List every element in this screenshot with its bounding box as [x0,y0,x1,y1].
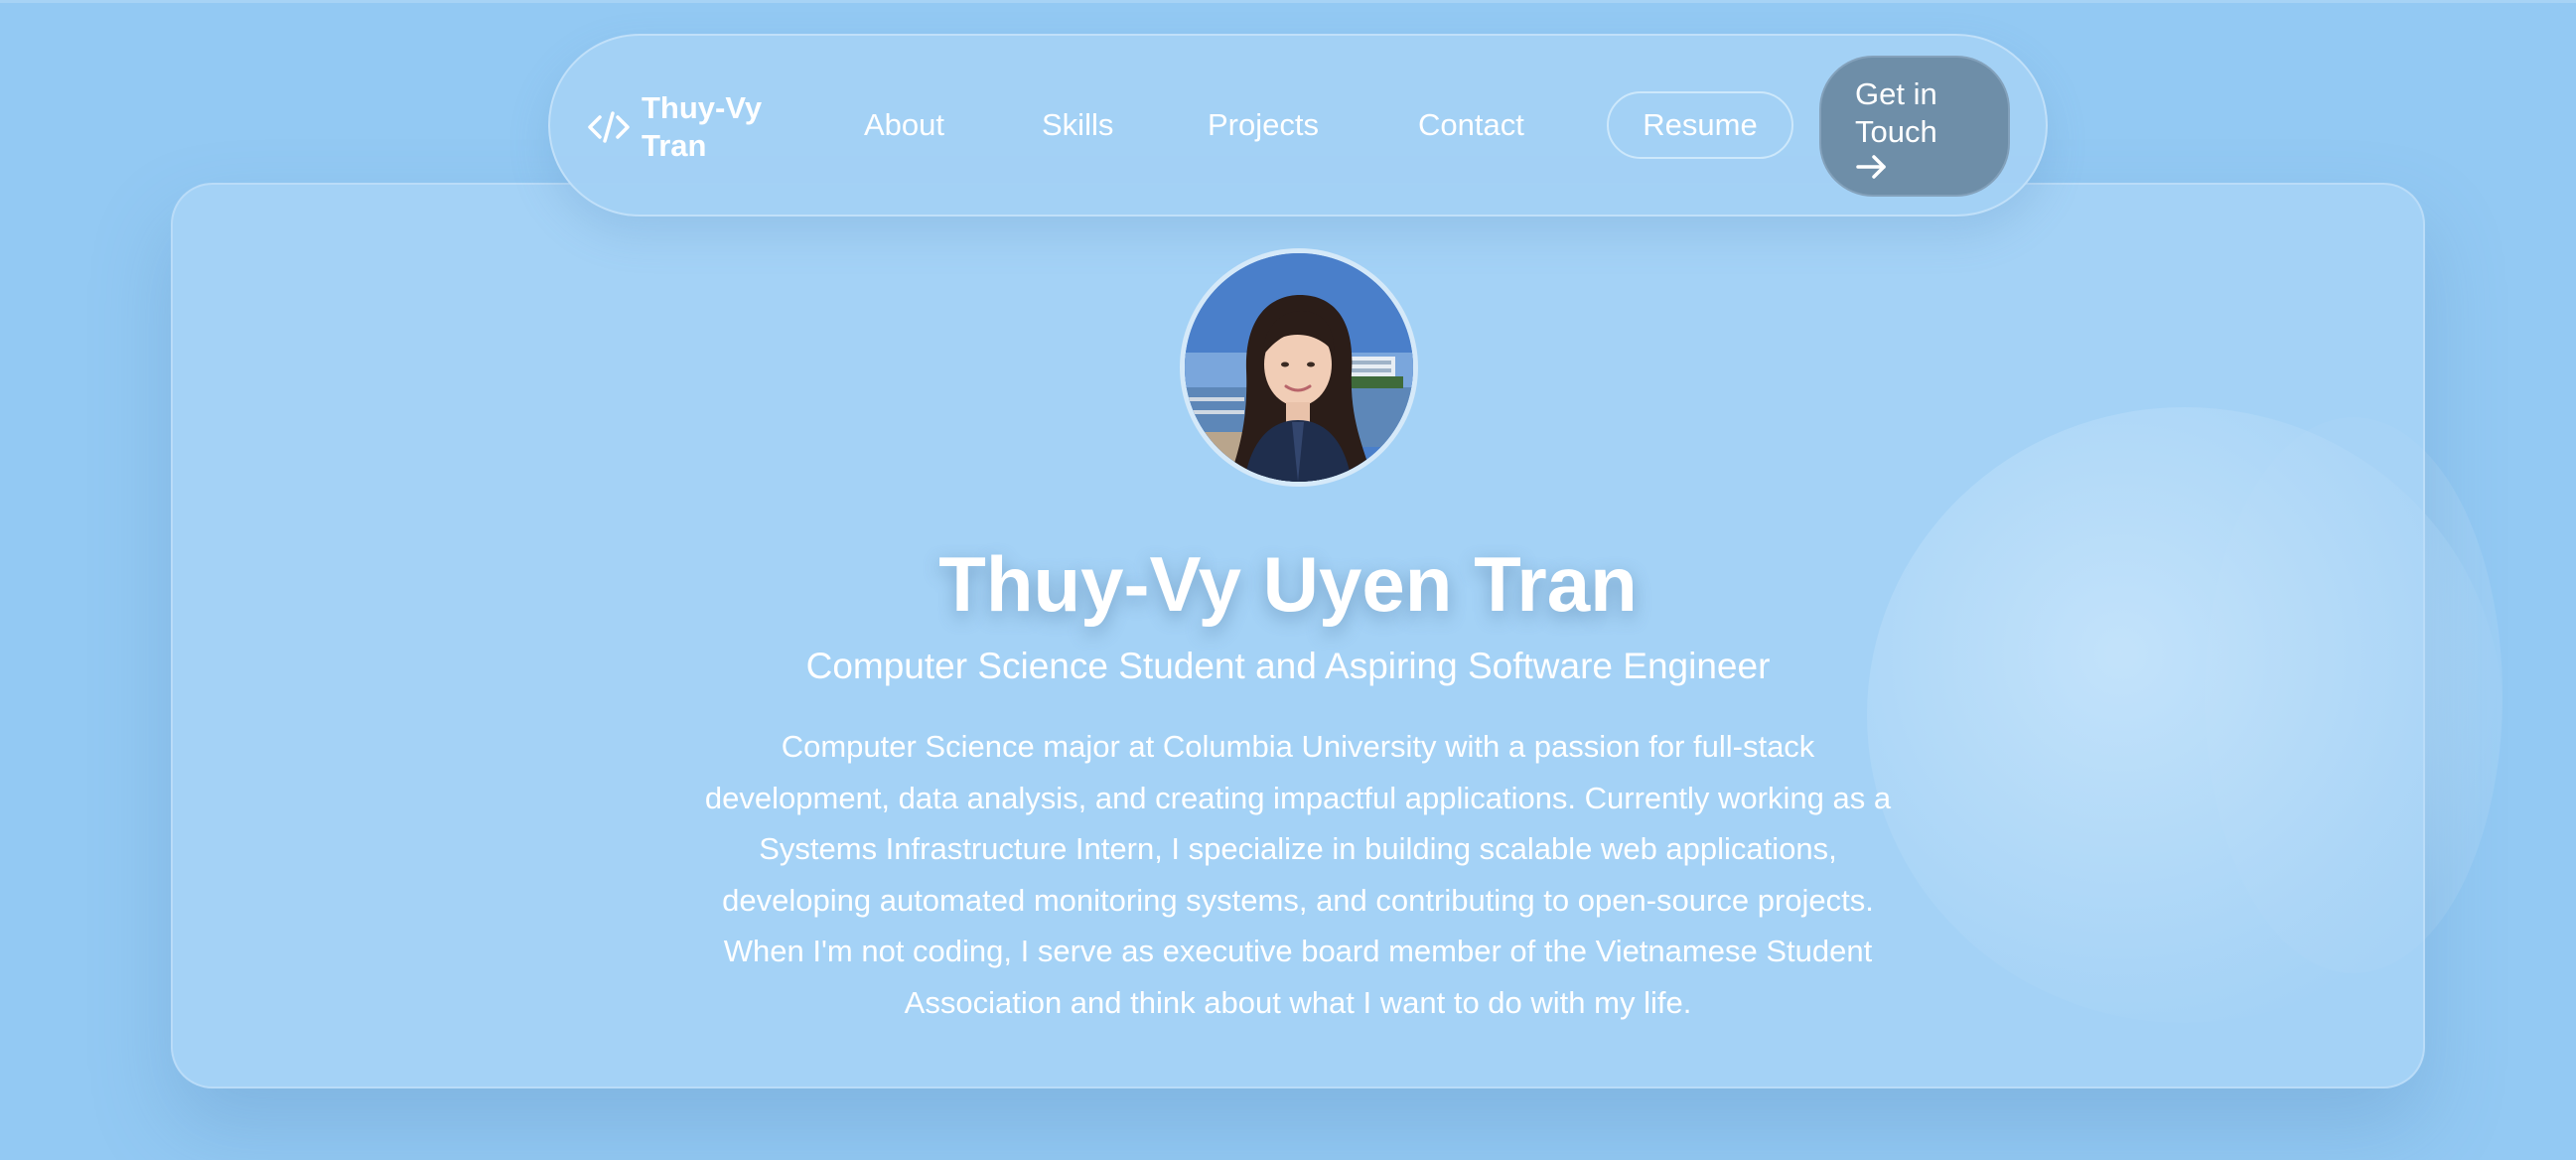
top-border [0,0,2576,3]
brand-name: Thuy-Vy Tran [642,90,763,163]
resume-button-label: Resume [1643,107,1758,142]
get-in-touch-button[interactable]: Get in Touch [1819,56,2010,197]
arrow-right-icon [1856,155,1886,179]
page-title: Thuy-Vy Uyen Tran [938,540,1638,628]
brand-logo[interactable]: Thuy-Vy Tran [586,89,790,165]
nav-link-projects[interactable]: Projects [1208,105,1319,145]
nav-link-about[interactable]: About [864,105,944,145]
resume-button[interactable]: Resume [1607,91,1793,159]
profile-photo [1185,253,1413,482]
hero-bio: Computer Science major at Columbia Unive… [704,729,1892,1020]
background-glow [1867,407,2503,1023]
hero-subtitle: Computer Science Student and Aspiring So… [805,646,1771,686]
profile-avatar [1180,248,1418,487]
nav-link-skills[interactable]: Skills [1042,105,1113,145]
code-brackets-icon [588,111,630,143]
nav-link-contact[interactable]: Contact [1418,105,1524,145]
get-in-touch-label: Get in Touch [1855,76,1937,149]
